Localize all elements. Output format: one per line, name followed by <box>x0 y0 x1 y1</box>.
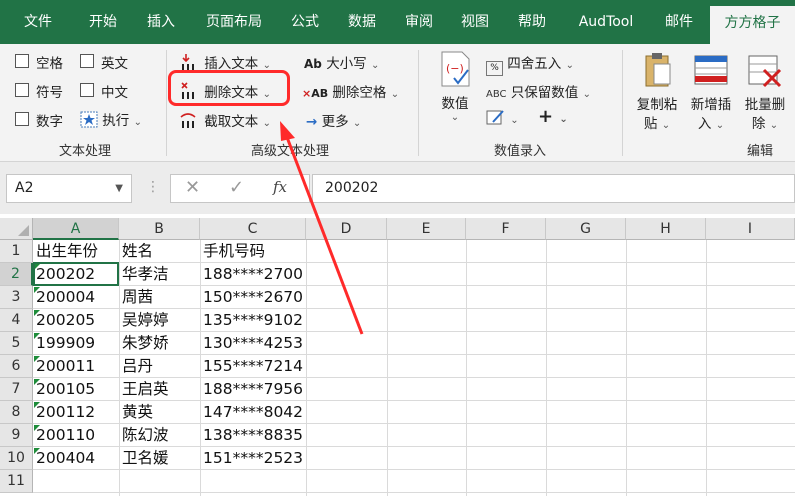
annotation-arrow <box>280 121 364 335</box>
